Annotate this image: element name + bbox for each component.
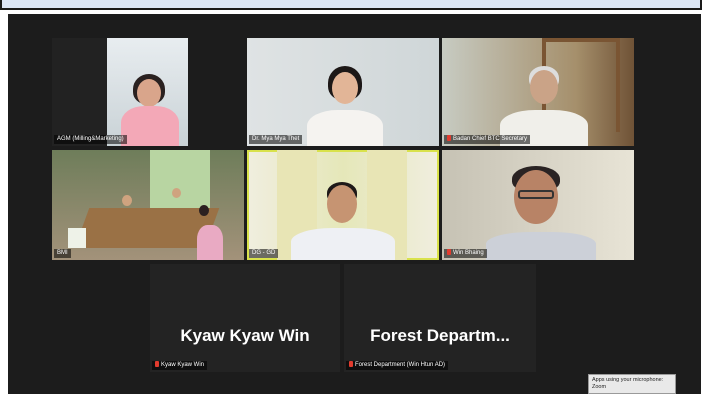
video-tile-win-bhaing[interactable]: Win Bhaing [442, 150, 634, 260]
microphone-notification[interactable]: Apps using your microphone: Zoom [588, 374, 676, 394]
participant-name: DG - GD [249, 249, 279, 258]
video-tile-agm[interactable]: AGM (Milling&Marketing) [52, 38, 188, 146]
participant-name: Win Bhaing [444, 249, 487, 258]
video-gallery: AGM (Milling&Marketing) Dr. Mya Mya Thet… [8, 14, 701, 394]
participant-name: AGM (Milling&Marketing) [54, 135, 127, 144]
video-tile-bmi-room[interactable]: BMI [52, 150, 244, 260]
video-tile-mya-mya-thet[interactable]: Dr. Mya Mya Thet [247, 38, 439, 146]
video-feed [107, 38, 188, 146]
muted-mic-icon [155, 361, 159, 368]
muted-mic-icon [349, 361, 353, 368]
participant-name: Kyaw Kyaw Win [152, 361, 208, 370]
top-banner [0, 0, 702, 10]
participant-name: Dr. Mya Mya Thet [249, 135, 303, 144]
participant-name: BMI [54, 249, 71, 258]
muted-mic-icon [447, 249, 451, 256]
video-tile-dg-gd[interactable]: DG - GD [247, 150, 439, 260]
participant-name: Forest Department (Win Htun AD) [346, 361, 449, 370]
participant-display-name: Kyaw Kyaw Win [180, 326, 310, 345]
video-tile-badan-chief[interactable]: Badan Chief BTC Secretary [442, 38, 634, 146]
participant-name: Badan Chief BTC Secretary [444, 135, 531, 144]
video-tile-forest-department[interactable]: Forest Departm... Forest Department (Win… [344, 264, 536, 372]
muted-mic-icon [447, 135, 451, 142]
participant-display-name: Forest Departm... [370, 326, 510, 345]
video-tile-kyaw-kyaw-win[interactable]: Kyaw Kyaw Win Kyaw Kyaw Win [150, 264, 340, 372]
